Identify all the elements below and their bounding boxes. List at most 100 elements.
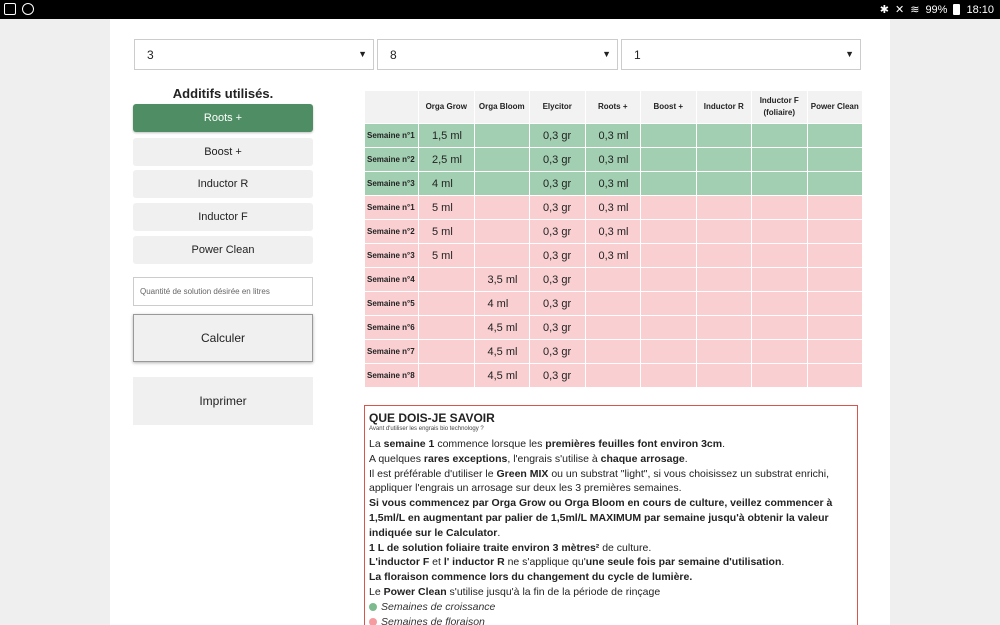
table-cell xyxy=(696,244,751,267)
table-cell xyxy=(474,148,529,171)
table-cell xyxy=(696,364,751,387)
info-line-8: Le Power Clean s'utilise jusqu'à la fin … xyxy=(369,585,661,598)
week-label: Semaine n°3 xyxy=(365,172,418,195)
additive-button-roots[interactable]: Roots + xyxy=(133,104,313,132)
table-cell xyxy=(807,292,862,315)
table-cell xyxy=(641,196,696,219)
table-cell xyxy=(419,268,474,291)
table-cell xyxy=(807,268,862,291)
info-line-4: Si vous commencez par Orga Grow ou Orga … xyxy=(369,497,833,539)
additive-button-boost[interactable]: Boost + xyxy=(133,138,313,166)
table-cell: 0,3 gr xyxy=(530,268,585,291)
table-cell: 0,3 ml xyxy=(585,220,640,243)
table-cell xyxy=(641,244,696,267)
table-cell xyxy=(585,268,640,291)
table-cell xyxy=(752,292,807,315)
table-header-row: Orga Grow Orga Bloom Elycitor Roots + Bo… xyxy=(365,91,862,123)
info-subtitle: Avant d'utiliser les engrais bio technol… xyxy=(369,426,484,432)
table-cell xyxy=(696,268,751,291)
table-cell xyxy=(696,220,751,243)
table-cell xyxy=(752,340,807,363)
week-label: Semaine n°1 xyxy=(365,196,418,219)
additive-button-inductor-f[interactable]: Inductor F xyxy=(133,203,313,231)
week-label: Semaine n°4 xyxy=(365,268,418,291)
table-cell xyxy=(474,124,529,147)
info-line-3: Il est préférable d'utiliser le Green MI… xyxy=(369,467,830,495)
chevron-down-icon: ▼ xyxy=(845,49,854,59)
week-label: Semaine n°8 xyxy=(365,364,418,387)
legend-grow-label: Semaines de croissance xyxy=(381,600,496,613)
table-cell xyxy=(752,124,807,147)
table-cell xyxy=(641,124,696,147)
table-row: Semaine n°4 3,5 ml 0,3 gr xyxy=(365,268,862,291)
table-cell xyxy=(807,244,862,267)
table-cell: 0,3 gr xyxy=(530,364,585,387)
header-orga-grow: Orga Grow xyxy=(419,91,474,123)
week-label: Semaine n°1 xyxy=(365,124,418,147)
info-line-5: 1 L de solution foliaire traite environ … xyxy=(369,541,652,554)
table-cell: 4,5 ml xyxy=(474,316,529,339)
table-cell: 3,5 ml xyxy=(474,268,529,291)
table-cell xyxy=(807,364,862,387)
info-line-1: La semaine 1 commence lorsque les premiè… xyxy=(369,438,726,450)
table-cell xyxy=(474,172,529,195)
table-cell xyxy=(807,316,862,339)
table-row: Semaine n°1 1,5 ml 0,3 gr 0,3 ml xyxy=(365,124,862,147)
info-line-6: L'inductor F et l' inductor R ne s'appli… xyxy=(369,556,785,569)
quantity-input[interactable] xyxy=(133,277,313,306)
table-cell xyxy=(696,148,751,171)
green-dot-icon xyxy=(369,603,377,612)
select-1[interactable]: 3 ▼ xyxy=(134,39,374,70)
table-row: Semaine n°7 4,5 ml 0,3 gr xyxy=(365,340,862,363)
additive-button-power-clean[interactable]: Power Clean xyxy=(133,236,313,264)
table-cell: 4 ml xyxy=(419,172,474,195)
table-body: Semaine n°1 1,5 ml 0,3 gr 0,3 ml Semaine n°2… xyxy=(365,124,862,387)
table-cell xyxy=(585,292,640,315)
legend-flower: Semaines de floraison xyxy=(369,615,853,625)
table-row: Semaine n°6 4,5 ml 0,3 gr xyxy=(365,316,862,339)
table-cell xyxy=(752,196,807,219)
table-cell: 4,5 ml xyxy=(474,340,529,363)
table-row: Semaine n°8 4,5 ml 0,3 gr xyxy=(365,364,862,387)
table-cell xyxy=(474,220,529,243)
battery-text: 99% xyxy=(925,3,948,16)
select-3[interactable]: 1 ▼ xyxy=(621,39,861,70)
table-cell: 1,5 ml xyxy=(419,124,474,147)
table-cell xyxy=(419,316,474,339)
mute-icon: ✕ xyxy=(895,4,905,16)
table-cell xyxy=(641,220,696,243)
header-inductor-r: Inductor R xyxy=(696,91,751,123)
table-cell xyxy=(696,196,751,219)
table-cell xyxy=(752,268,807,291)
table-cell xyxy=(752,244,807,267)
info-title: QUE DOIS-JE SAVOIR xyxy=(369,411,495,425)
table-cell xyxy=(641,292,696,315)
calculate-button[interactable]: Calculer xyxy=(133,314,313,362)
table-cell xyxy=(752,316,807,339)
table-row: Semaine n°2 5 ml 0,3 gr 0,3 ml xyxy=(365,220,862,243)
table-cell: 0,3 gr xyxy=(530,316,585,339)
additive-button-inductor-r[interactable]: Inductor R xyxy=(133,170,313,198)
week-label: Semaine n°6 xyxy=(365,316,418,339)
table-cell: 0,3 gr xyxy=(530,196,585,219)
table-cell: 0,3 gr xyxy=(530,244,585,267)
table-cell xyxy=(641,172,696,195)
table-cell xyxy=(641,316,696,339)
table-cell: 0,3 ml xyxy=(585,148,640,171)
table-cell xyxy=(641,268,696,291)
select-2-value: 8 xyxy=(390,48,397,62)
table-cell xyxy=(474,196,529,219)
table-cell: 0,3 gr xyxy=(530,148,585,171)
table-cell: 5 ml xyxy=(419,196,474,219)
legend-grow: Semaines de croissance xyxy=(369,600,853,615)
table-cell xyxy=(585,316,640,339)
header-roots: Roots + xyxy=(585,91,640,123)
select-2[interactable]: 8 ▼ xyxy=(377,39,618,70)
table-cell xyxy=(752,172,807,195)
header-power-clean: Power Clean xyxy=(807,91,862,123)
chevron-down-icon: ▼ xyxy=(358,49,367,59)
table-cell xyxy=(419,340,474,363)
legend-flower-label: Semaines de floraison xyxy=(381,615,485,625)
print-button[interactable]: Imprimer xyxy=(133,377,313,425)
week-label: Semaine n°2 xyxy=(365,220,418,243)
